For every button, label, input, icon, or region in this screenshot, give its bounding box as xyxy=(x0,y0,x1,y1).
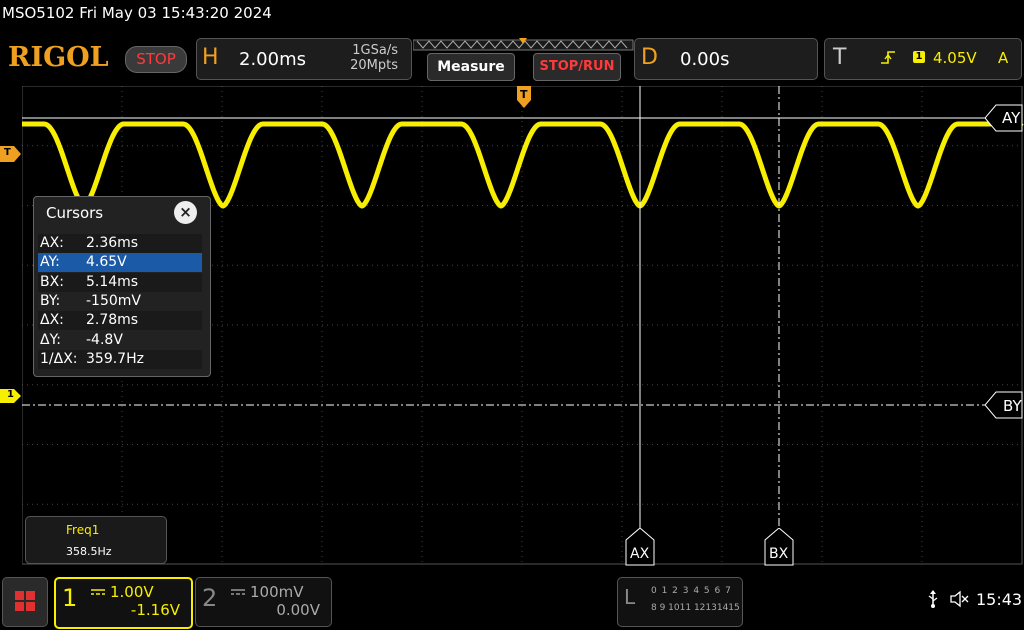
channel2-number: 2 xyxy=(202,584,218,612)
cursor-row-value: -150mV xyxy=(86,292,141,309)
main-menu-button[interactable] xyxy=(2,577,48,627)
cursor-row[interactable]: ΔY: -4.8V xyxy=(38,331,202,350)
trigger-coupling: A xyxy=(998,49,1009,67)
measurement-name: Freq1 xyxy=(66,523,100,537)
title-line: MSO5102 Fri May 03 15:43:20 2024 xyxy=(2,4,272,22)
delay-letter: D xyxy=(641,45,658,70)
cursor-row-value: 5.14ms xyxy=(86,273,139,290)
logic-channels-row2: 8 9 1011 12131415 xyxy=(651,603,740,613)
dc-coupling-icon xyxy=(91,589,105,595)
cursor-row-key: AX: xyxy=(40,235,64,251)
memory-depth: 20Mpts xyxy=(350,58,398,73)
ay-cursor-tag-label: AY xyxy=(1002,109,1021,127)
cursor-row-key: AY: xyxy=(40,254,60,271)
cursor-row[interactable]: ΔX: 2.78ms xyxy=(38,311,202,331)
cursor-row-key: BY: xyxy=(40,292,61,309)
channel2-offset: 0.00V xyxy=(276,601,320,619)
measure-button[interactable]: Measure xyxy=(427,53,515,81)
logic-channels-row1: 0 1 2 3 4 5 6 7 xyxy=(651,586,732,596)
ch1-ground-marker-label: 1 xyxy=(7,389,14,400)
delay-value: 0.00s xyxy=(680,49,730,70)
memory-overview-strip xyxy=(413,38,634,51)
cursor-row[interactable]: BY: -150mV xyxy=(38,292,202,311)
channel1-scale: 1.00V xyxy=(110,583,154,601)
cursor-row-value: 2.36ms xyxy=(86,235,139,251)
trigger-level-marker-label: T xyxy=(4,147,11,158)
usb-icon xyxy=(928,590,938,608)
cursor-row[interactable]: AY: 4.65V xyxy=(38,253,202,273)
rising-edge-icon xyxy=(881,51,895,64)
logic-letter: L xyxy=(624,585,636,609)
rigol-logo: RIGOL xyxy=(8,42,109,73)
ax-cursor-tag-label: AX xyxy=(630,546,650,562)
timebase-value: 2.00ms xyxy=(239,49,306,70)
by-cursor-tag-label: BY xyxy=(1003,397,1022,415)
dc-coupling-icon xyxy=(231,589,245,595)
cursor-row[interactable]: BX: 5.14ms xyxy=(38,272,202,292)
bx-cursor-tag-label: BX xyxy=(769,546,789,562)
cursor-row-value: 2.78ms xyxy=(86,312,139,329)
horizontal-letter: H xyxy=(202,45,219,70)
cursor-row-value: -4.8V xyxy=(86,331,123,348)
cursor-row[interactable]: 1/ΔX: 359.7Hz xyxy=(38,349,202,369)
cursor-row[interactable]: AX: 2.36ms xyxy=(38,234,202,253)
speaker-muted-icon[interactable] xyxy=(949,590,971,608)
run-state-badge[interactable]: STOP xyxy=(125,46,187,73)
cursor-row-value: 4.65V xyxy=(86,254,127,271)
channel1-number: 1 xyxy=(62,584,78,612)
logic-analyzer-panel[interactable] xyxy=(617,577,743,627)
sample-rate: 1GSa/s xyxy=(352,43,398,58)
menu-grid-icon xyxy=(15,591,35,611)
cursor-row-value: 359.7Hz xyxy=(86,350,144,367)
cursors-title: Cursors xyxy=(46,204,104,222)
channel2-scale: 100mV xyxy=(250,583,304,601)
trigger-source-badge: 1 xyxy=(913,51,925,63)
stop-run-button[interactable]: STOP/RUN xyxy=(533,53,621,81)
trigger-position-label: T xyxy=(520,88,528,101)
cursor-row-key: 1/ΔX: xyxy=(40,350,78,367)
cursor-row-key: ΔX: xyxy=(40,312,64,329)
trigger-letter: T xyxy=(833,45,847,70)
cursor-row-key: BX: xyxy=(40,273,64,290)
trigger-level-value: 4.05V xyxy=(933,49,977,67)
channel1-offset: -1.16V xyxy=(130,601,180,619)
cursor-row-key: ΔY: xyxy=(40,331,61,348)
measurement-value: 358.5Hz xyxy=(66,545,112,558)
status-clock: 15:43 xyxy=(976,590,1023,609)
close-icon[interactable]: × xyxy=(174,201,197,224)
